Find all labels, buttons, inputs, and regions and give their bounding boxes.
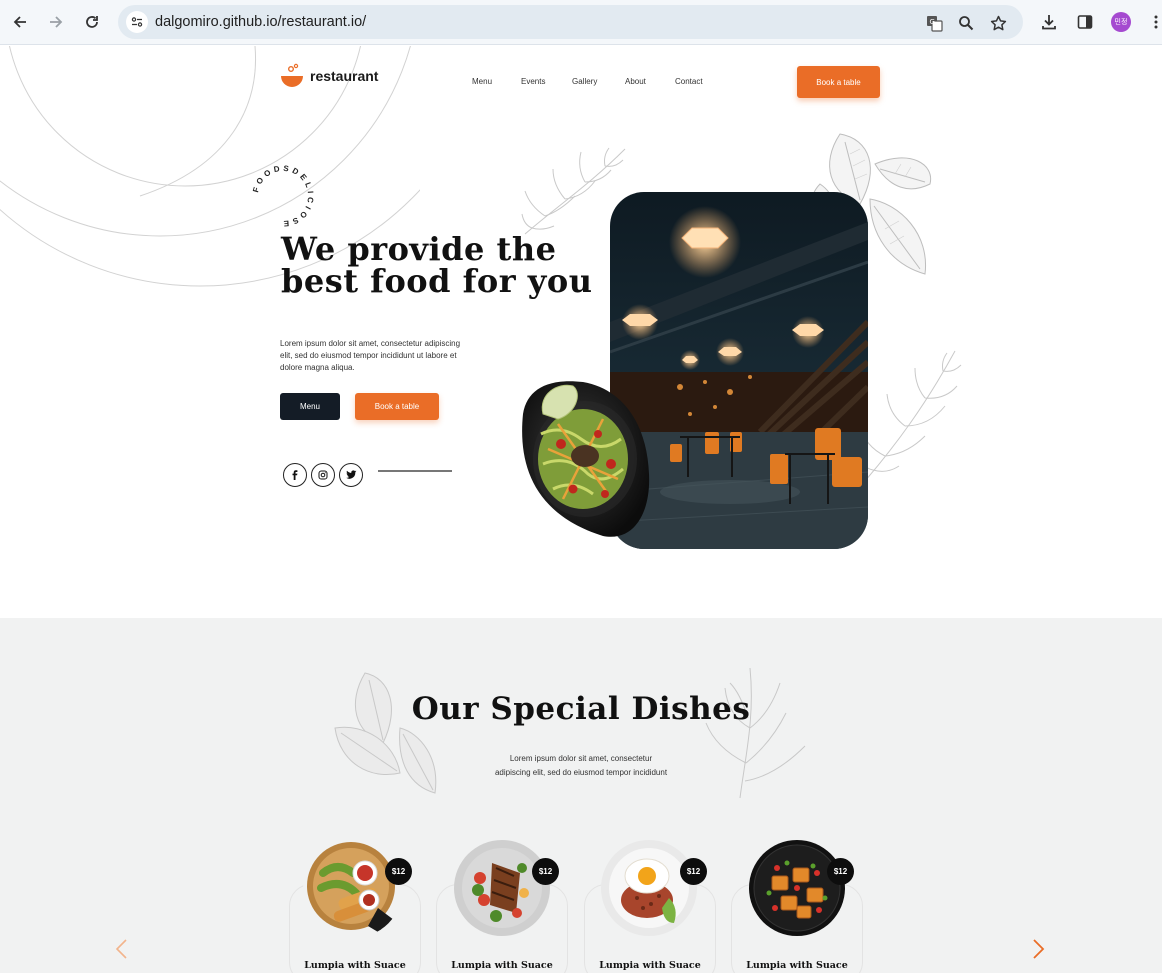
price-badge: $12 bbox=[680, 858, 707, 885]
special-dishes-description: Lorem ipsum dolor sit amet, consectetur … bbox=[494, 754, 668, 777]
back-icon[interactable] bbox=[9, 11, 31, 33]
dish-image-grilled-meat bbox=[452, 838, 552, 938]
site-logo[interactable]: restaurant bbox=[280, 63, 378, 89]
nav-gallery[interactable]: Gallery bbox=[572, 77, 625, 86]
dish-name: Lumpia with Suace bbox=[304, 960, 406, 971]
hero-description: Lorem ipsum dolor sit amet, consectetur … bbox=[280, 339, 461, 372]
forward-icon[interactable] bbox=[45, 11, 67, 33]
dish-image-lumpia bbox=[303, 838, 403, 938]
nav-contact[interactable]: Contact bbox=[675, 77, 703, 86]
bowl-logo-icon bbox=[281, 63, 303, 87]
dish-name: Lumpia with Suace bbox=[599, 960, 701, 971]
carousel-next-arrow-icon[interactable] bbox=[1030, 938, 1046, 960]
special-dishes-title: Our Special Dishes bbox=[411, 691, 751, 727]
browser-toolbar: dalgomiro.github.io/restaurant.io/ G 민정 bbox=[0, 0, 1162, 45]
facebook-icon[interactable] bbox=[283, 463, 307, 487]
price-badge: $12 bbox=[532, 858, 559, 885]
zoom-icon[interactable] bbox=[957, 14, 975, 32]
dish-image-egg-rice bbox=[599, 838, 699, 938]
bookmark-star-icon[interactable] bbox=[989, 14, 1007, 32]
main-nav: Menu Events Gallery About Contact bbox=[472, 77, 703, 86]
circular-badge-text: FOODSDELICIOSE bbox=[251, 164, 315, 229]
social-divider bbox=[378, 470, 452, 472]
hero-title-line2: best food for you bbox=[281, 262, 593, 300]
nav-events[interactable]: Events bbox=[521, 77, 572, 86]
nav-menu[interactable]: Menu bbox=[472, 77, 521, 86]
carousel-prev-arrow-icon[interactable] bbox=[114, 938, 130, 960]
logo-text: restaurant bbox=[310, 68, 379, 84]
twitter-icon[interactable] bbox=[339, 463, 363, 487]
book-table-button[interactable]: Book a table bbox=[355, 393, 439, 420]
dish-name: Lumpia with Suace bbox=[746, 960, 848, 971]
translate-icon[interactable]: G bbox=[925, 14, 943, 32]
book-table-header-button[interactable]: Book a table bbox=[797, 66, 880, 98]
address-bar[interactable]: dalgomiro.github.io/restaurant.io/ G bbox=[118, 5, 1023, 39]
dish-image-tofu bbox=[747, 838, 847, 938]
url-text: dalgomiro.github.io/restaurant.io/ bbox=[155, 14, 367, 30]
svg-text:FOODSDELICIOSE: FOODSDELICIOSE bbox=[251, 164, 315, 229]
herb-sprig-lower-illustration bbox=[858, 350, 962, 482]
web-page: restaurant Menu Events Gallery About Con… bbox=[0, 46, 1162, 973]
profile-avatar[interactable]: 민정 bbox=[1111, 12, 1131, 32]
download-icon[interactable] bbox=[1039, 12, 1059, 32]
site-info-icon[interactable] bbox=[126, 11, 148, 33]
more-menu-icon[interactable] bbox=[1146, 12, 1162, 32]
nav-about[interactable]: About bbox=[625, 77, 675, 86]
reload-icon[interactable] bbox=[81, 11, 103, 33]
price-badge: $12 bbox=[385, 858, 412, 885]
price-badge: $12 bbox=[827, 858, 854, 885]
menu-button[interactable]: Menu bbox=[280, 393, 340, 420]
herb-illustration-right bbox=[705, 667, 806, 799]
svg-text:G: G bbox=[929, 18, 934, 26]
salad-plate-image bbox=[522, 381, 650, 537]
side-panel-icon[interactable] bbox=[1075, 12, 1095, 32]
special-dishes-section: Our Special Dishes Lorem ipsum dolor sit… bbox=[0, 618, 1162, 973]
dish-name: Lumpia with Suace bbox=[451, 960, 553, 971]
instagram-icon[interactable] bbox=[311, 463, 335, 487]
